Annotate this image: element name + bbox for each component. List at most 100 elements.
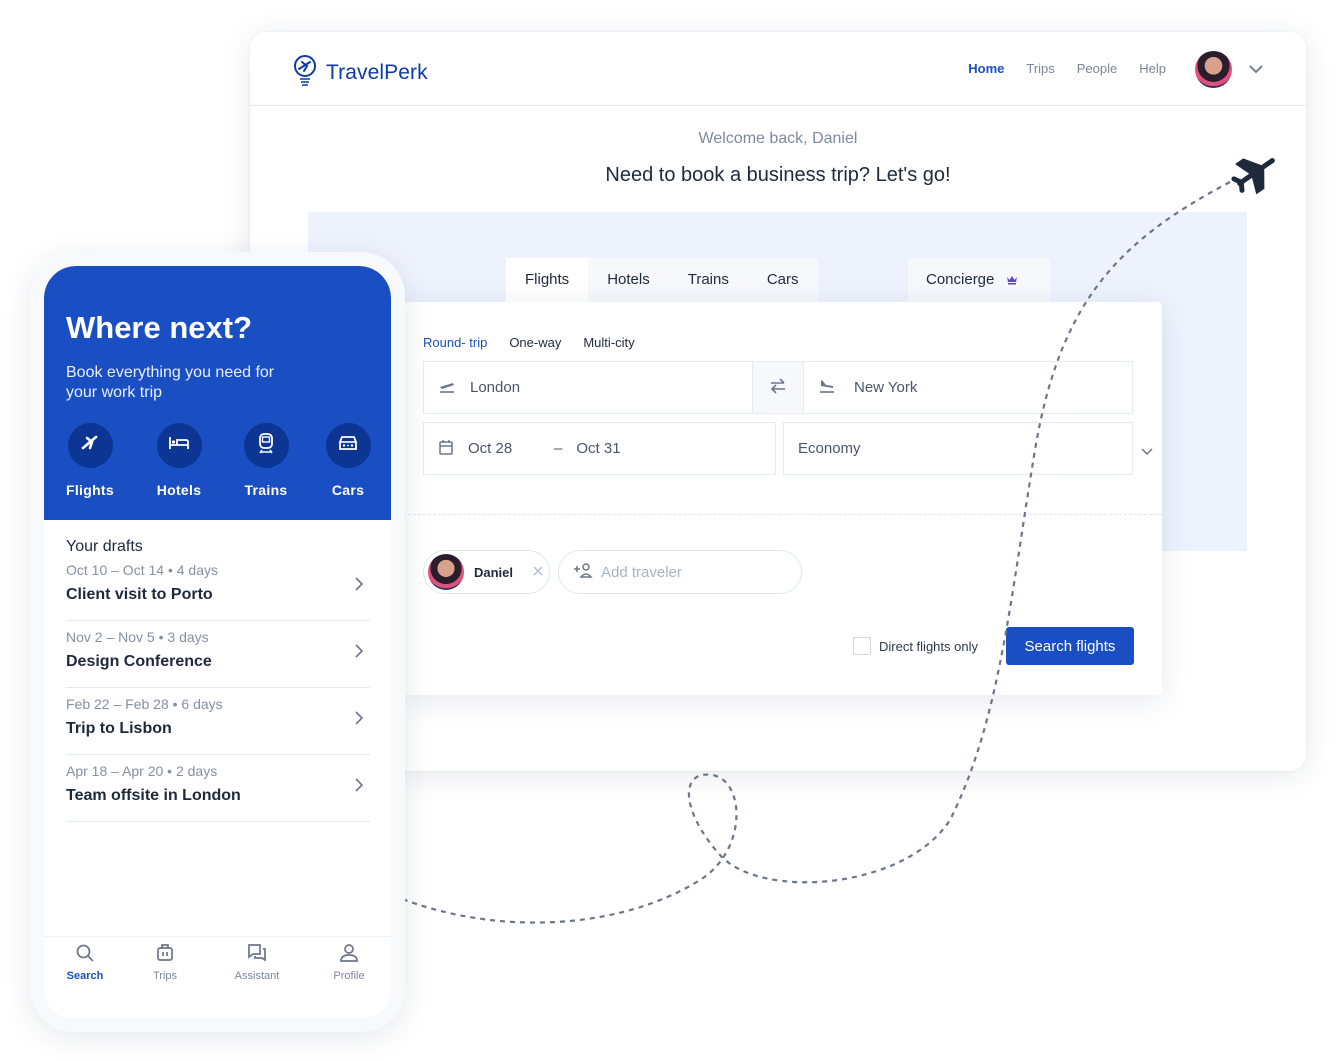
- tab-search-label: Search: [66, 970, 104, 982]
- return-date[interactable]: Oct 31: [576, 440, 620, 457]
- chat-icon: [247, 944, 267, 967]
- chevron-down-icon[interactable]: [1140, 444, 1154, 462]
- add-traveler-placeholder: Add traveler: [601, 563, 682, 581]
- direct-flights-option[interactable]: Direct flights only: [853, 637, 978, 655]
- concierge-label: Concierge: [926, 271, 995, 288]
- category-trains[interactable]: Trains: [231, 423, 301, 498]
- tab-assistant-label: Assistant: [234, 970, 280, 982]
- tab-cars[interactable]: Cars: [748, 258, 818, 302]
- phone-hero: Where next? Book everything you need for…: [44, 266, 391, 520]
- desktop-window: TravelPerk Home Trips People Help Welcom…: [250, 32, 1306, 771]
- bottom-tab-bar: Search Trips Assistant Profile: [44, 936, 391, 1018]
- brand-name: TravelPerk: [326, 60, 428, 84]
- flight-search-form: Round- trip One-way Multi-city London Ne…: [398, 302, 1162, 695]
- add-traveler-input[interactable]: Add traveler: [558, 550, 802, 594]
- welcome-message: Welcome back, Daniel: [698, 130, 858, 147]
- depart-date[interactable]: Oct 28: [468, 440, 540, 457]
- search-icon: [75, 944, 95, 967]
- plane-icon: [80, 433, 100, 458]
- traveler-chip[interactable]: Daniel: [423, 550, 550, 594]
- draft-item[interactable]: Oct 10 – Oct 14 • 4 days Client visit to…: [66, 554, 370, 621]
- draft-dates: Oct 10 – Oct 14 • 4 days: [66, 562, 218, 578]
- user-avatar[interactable]: [1195, 51, 1232, 88]
- nav-people[interactable]: People: [1077, 61, 1117, 76]
- category-hotels[interactable]: Hotels: [144, 423, 214, 498]
- close-icon[interactable]: [532, 565, 544, 580]
- car-icon: [337, 434, 359, 457]
- tab-profile-label: Profile: [333, 970, 365, 982]
- calendar-icon: [438, 439, 454, 459]
- destination-field[interactable]: New York: [803, 361, 1133, 414]
- date-separator: –: [554, 440, 563, 457]
- cabin-class-value: Economy: [798, 440, 861, 457]
- booking-tabs: Flights Hotels Trains Cars: [506, 258, 818, 302]
- traveler-avatar: [428, 554, 464, 590]
- landing-icon: [818, 378, 836, 398]
- category-flights-label: Flights: [66, 482, 114, 498]
- direct-flights-checkbox[interactable]: [853, 637, 871, 655]
- origin-field[interactable]: London: [423, 361, 753, 414]
- train-icon: [257, 432, 275, 459]
- tab-hotels[interactable]: Hotels: [588, 258, 669, 302]
- trip-type-multi-city[interactable]: Multi-city: [583, 335, 634, 350]
- nav-trips[interactable]: Trips: [1026, 61, 1054, 76]
- draft-name: Client visit to Porto: [66, 586, 213, 603]
- lightbulb-plane-logo-icon: [292, 54, 318, 91]
- cabin-class-select[interactable]: Economy: [783, 422, 1133, 475]
- swap-arrows-icon: [769, 377, 787, 398]
- trip-type-one-way[interactable]: One-way: [509, 335, 561, 350]
- tab-trains[interactable]: Trains: [669, 258, 748, 302]
- tab-profile[interactable]: Profile: [314, 943, 384, 982]
- tab-flights[interactable]: Flights: [506, 258, 589, 302]
- tab-search[interactable]: Search: [50, 943, 120, 982]
- trip-type-round-trip[interactable]: Round- trip: [423, 335, 487, 350]
- chevron-right-icon: [354, 710, 364, 731]
- category-cars[interactable]: Cars: [313, 423, 383, 498]
- bed-icon: [168, 435, 190, 456]
- draft-item[interactable]: Apr 18 – Apr 20 • 2 days Team offsite in…: [66, 755, 370, 822]
- category-cars-label: Cars: [331, 482, 365, 498]
- tab-concierge[interactable]: Concierge: [908, 258, 1050, 302]
- origin-value: London: [470, 379, 521, 396]
- add-person-icon: [573, 562, 593, 582]
- page-headline: Need to book a business trip? Let's go!: [605, 164, 951, 186]
- crown-icon: [1006, 258, 1018, 302]
- category-hotels-label: Hotels: [156, 482, 202, 498]
- search-flights-button[interactable]: Search flights: [1006, 627, 1134, 665]
- chevron-right-icon: [354, 777, 364, 798]
- date-range-field[interactable]: Oct 28 – Oct 31: [423, 422, 776, 475]
- category-flights[interactable]: Flights: [55, 423, 125, 498]
- chevron-right-icon: [354, 576, 364, 597]
- trip-type-selector: Round- trip One-way Multi-city: [423, 335, 635, 350]
- draft-item[interactable]: Nov 2 – Nov 5 • 3 days Design Conference: [66, 621, 370, 688]
- tab-trips[interactable]: Trips: [130, 943, 200, 982]
- phone-subtitle: Book everything you need for your work t…: [66, 364, 275, 401]
- draft-dates: Feb 22 – Feb 28 • 6 days: [66, 696, 223, 712]
- top-navigation-bar: TravelPerk Home Trips People Help: [250, 32, 1306, 106]
- category-trains-label: Trains: [244, 482, 288, 498]
- draft-item[interactable]: Feb 22 – Feb 28 • 6 days Trip to Lisbon: [66, 688, 370, 755]
- direct-flights-label: Direct flights only: [879, 638, 978, 654]
- tab-assistant[interactable]: Assistant: [222, 943, 292, 982]
- draft-dates: Nov 2 – Nov 5 • 3 days: [66, 629, 209, 645]
- chevron-down-icon[interactable]: [1248, 62, 1264, 80]
- tab-trips-label: Trips: [152, 970, 178, 982]
- profile-icon: [339, 944, 359, 967]
- main-nav: Home Trips People Help: [968, 61, 1166, 76]
- phone-screen: Where next? Book everything you need for…: [44, 266, 391, 1018]
- phone-title: Where next?: [66, 310, 253, 345]
- destination-value: New York: [854, 379, 918, 396]
- swap-locations-button[interactable]: [752, 361, 804, 414]
- chevron-right-icon: [354, 643, 364, 664]
- draft-name: Trip to Lisbon: [66, 720, 172, 737]
- section-divider: [398, 514, 1162, 515]
- draft-name: Team offsite in London: [66, 787, 241, 804]
- traveler-name: Daniel: [474, 564, 514, 580]
- logo[interactable]: TravelPerk: [292, 54, 428, 91]
- nav-help[interactable]: Help: [1139, 61, 1166, 76]
- takeoff-icon: [438, 378, 456, 398]
- mobile-phone-mockup: Where next? Book everything you need for…: [30, 252, 405, 1032]
- suitcase-icon: [155, 944, 175, 967]
- draft-name: Design Conference: [66, 653, 212, 670]
- nav-home[interactable]: Home: [968, 61, 1004, 76]
